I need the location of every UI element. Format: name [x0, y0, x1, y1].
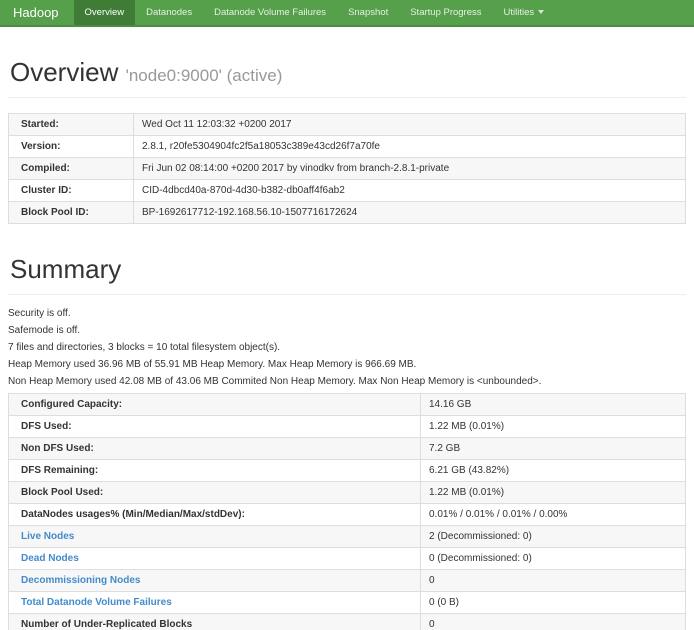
- nav-item-overview: Overview: [74, 0, 136, 25]
- row-label: Non DFS Used:: [9, 437, 421, 459]
- row-label: Started:: [9, 113, 134, 135]
- caret-down-icon: [538, 10, 544, 14]
- row-label-link[interactable]: Total Datanode Volume Failures: [21, 597, 172, 608]
- table-row: Number of Under-Replicated Blocks0: [9, 613, 686, 630]
- row-label: DataNodes usages% (Min/Median/Max/stdDev…: [9, 503, 421, 525]
- summary-paragraphs: Security is off. Safemode is off. 7 files …: [8, 308, 686, 387]
- summary-line: Safemode is off.: [8, 325, 686, 336]
- table-row: Version:2.8.1, r20fe5304904fc2f5a18053c3…: [9, 135, 686, 157]
- row-value: 2 (Decommissioned: 0): [421, 525, 686, 547]
- page-content: Overview 'node0:9000' (active) Started:W…: [0, 58, 694, 630]
- summary-title-text: Summary: [10, 254, 121, 284]
- row-label: Block Pool ID:: [9, 201, 134, 223]
- table-row: DataNodes usages% (Min/Median/Max/stdDev…: [9, 503, 686, 525]
- row-label: Total Datanode Volume Failures: [9, 591, 421, 613]
- nav-link-datanode-volume-failures[interactable]: Datanode Volume Failures: [203, 0, 337, 25]
- row-value: 1.22 MB (0.01%): [421, 481, 686, 503]
- overview-table: Started:Wed Oct 11 12:03:32 +0200 2017Ve…: [8, 113, 686, 224]
- summary-line: 7 files and directories, 3 blocks = 10 t…: [8, 342, 686, 353]
- row-value: 14.16 GB: [421, 393, 686, 415]
- row-value: CID-4dbcd40a-870d-4d30-b382-db0aff4f6ab2: [134, 179, 686, 201]
- row-value: BP-1692617712-192.168.56.10-150771617262…: [134, 201, 686, 223]
- table-row: DFS Remaining:6.21 GB (43.82%): [9, 459, 686, 481]
- table-row: DFS Used:1.22 MB (0.01%): [9, 415, 686, 437]
- nav-link-snapshot[interactable]: Snapshot: [337, 0, 399, 25]
- row-value: Wed Oct 11 12:03:32 +0200 2017: [134, 113, 686, 135]
- row-value: 1.22 MB (0.01%): [421, 415, 686, 437]
- row-value: 0 (Decommissioned: 0): [421, 547, 686, 569]
- row-label: Compiled:: [9, 157, 134, 179]
- row-label: Version:: [9, 135, 134, 157]
- table-row: Dead Nodes 0 (Decommissioned: 0): [9, 547, 686, 569]
- row-label: Number of Under-Replicated Blocks: [9, 613, 421, 630]
- row-label: Block Pool Used:: [9, 481, 421, 503]
- summary-line: Non Heap Memory used 42.08 MB of 43.06 M…: [8, 376, 686, 387]
- nav-item-startup-progress: Startup Progress: [399, 0, 492, 25]
- table-row: Total Datanode Volume Failures 0 (0 B): [9, 591, 686, 613]
- namenode-address-label: 'node0:9000' (active): [126, 66, 283, 85]
- nav-item-datanodes: Datanodes: [135, 0, 203, 25]
- row-label: Dead Nodes: [9, 547, 421, 569]
- table-row: Cluster ID:CID-4dbcd40a-870d-4d30-b382-d…: [9, 179, 686, 201]
- nav-item-snapshot: Snapshot: [337, 0, 399, 25]
- table-row: Block Pool Used:1.22 MB (0.01%): [9, 481, 686, 503]
- row-label-link[interactable]: Dead Nodes: [21, 553, 79, 564]
- row-value: 0.01% / 0.01% / 0.01% / 0.00%: [421, 503, 686, 525]
- row-value: 0: [421, 613, 686, 630]
- navbar-brand[interactable]: Hadoop: [0, 0, 74, 25]
- row-label: Cluster ID:: [9, 179, 134, 201]
- nav-item-utilities: Utilities: [493, 0, 556, 25]
- table-row: Live Nodes 2 (Decommissioned: 0): [9, 525, 686, 547]
- row-value: 2.8.1, r20fe5304904fc2f5a18053c389e43cd2…: [134, 135, 686, 157]
- summary-title: Summary: [10, 255, 686, 285]
- navbar: Hadoop OverviewDatanodesDatanode Volume …: [0, 0, 694, 27]
- table-row: Block Pool ID:BP-1692617712-192.168.56.1…: [9, 201, 686, 223]
- summary-table: Configured Capacity:14.16 GBDFS Used:1.2…: [8, 393, 686, 630]
- overview-divider: [8, 97, 686, 98]
- row-value: Fri Jun 02 08:14:00 +0200 2017 by vinodk…: [134, 157, 686, 179]
- row-label-link[interactable]: Live Nodes: [21, 531, 74, 542]
- table-row: Compiled:Fri Jun 02 08:14:00 +0200 2017 …: [9, 157, 686, 179]
- nav-link-utilities[interactable]: Utilities: [493, 0, 556, 25]
- row-label: Decommissioning Nodes: [9, 569, 421, 591]
- row-label: DFS Remaining:: [9, 459, 421, 481]
- row-value: 0: [421, 569, 686, 591]
- summary-line: Heap Memory used 36.96 MB of 55.91 MB He…: [8, 359, 686, 370]
- table-row: Configured Capacity:14.16 GB: [9, 393, 686, 415]
- row-value: 6.21 GB (43.82%): [421, 459, 686, 481]
- row-label: Configured Capacity:: [9, 393, 421, 415]
- table-row: Decommissioning Nodes 0: [9, 569, 686, 591]
- table-row: Non DFS Used:7.2 GB: [9, 437, 686, 459]
- navbar-menu: OverviewDatanodesDatanode Volume Failure…: [74, 0, 556, 25]
- row-label: Live Nodes: [9, 525, 421, 547]
- nav-link-overview[interactable]: Overview: [74, 0, 136, 25]
- row-value: 0 (0 B): [421, 591, 686, 613]
- overview-title: Overview 'node0:9000' (active): [10, 58, 686, 88]
- summary-line: Security is off.: [8, 308, 686, 319]
- nav-item-datanode-volume-failures: Datanode Volume Failures: [203, 0, 337, 25]
- row-label: DFS Used:: [9, 415, 421, 437]
- row-value: 7.2 GB: [421, 437, 686, 459]
- nav-link-datanodes[interactable]: Datanodes: [135, 0, 203, 25]
- table-row: Started:Wed Oct 11 12:03:32 +0200 2017: [9, 113, 686, 135]
- overview-title-text: Overview: [10, 57, 118, 87]
- nav-link-startup-progress[interactable]: Startup Progress: [399, 0, 492, 25]
- summary-divider: [8, 294, 686, 295]
- row-label-link[interactable]: Decommissioning Nodes: [21, 575, 140, 586]
